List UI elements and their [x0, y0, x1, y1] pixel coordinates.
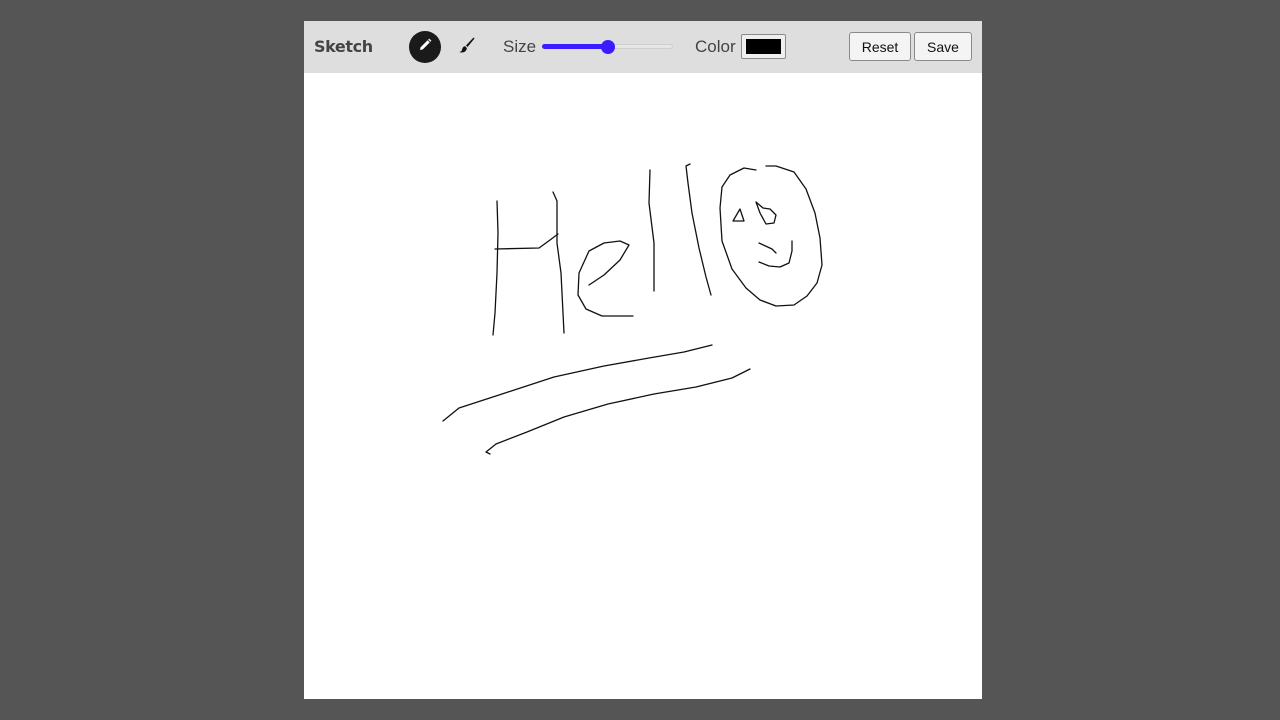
stroke-face-circle	[719, 165, 823, 307]
size-slider-thumb[interactable]	[601, 40, 615, 54]
stroke-l-first	[648, 169, 655, 292]
pencil-icon	[417, 37, 433, 58]
reset-button[interactable]: Reset	[849, 32, 911, 61]
color-label: Color	[695, 37, 736, 56]
stroke-right-eye	[755, 201, 777, 225]
stroke-h-cross	[494, 233, 559, 250]
stroke-mouth	[758, 242, 777, 254]
drawing-canvas[interactable]	[304, 73, 982, 699]
stroke-l-second	[685, 163, 712, 296]
color-swatch-fill	[746, 39, 781, 54]
brush-icon	[456, 35, 476, 60]
sketch-drawing	[442, 163, 823, 455]
size-slider-fill	[542, 44, 608, 49]
sketch-app: Sketch Size Color Reset Save	[304, 21, 982, 699]
stroke-h-left	[492, 200, 499, 336]
toolbar: Sketch Size Color Reset Save	[304, 21, 982, 73]
size-slider[interactable]	[542, 40, 674, 54]
stroke-underline-top	[442, 344, 713, 422]
size-label: Size	[503, 37, 537, 56]
color-picker[interactable]	[741, 34, 786, 59]
save-button[interactable]: Save	[914, 32, 972, 61]
stroke-underline-bottom	[485, 368, 751, 455]
brush-tool-button[interactable]	[450, 31, 482, 63]
stroke-e	[577, 240, 634, 317]
stroke-h-right	[552, 191, 565, 334]
pencil-tool-button[interactable]	[409, 31, 441, 63]
stroke-left-eye	[732, 208, 745, 222]
app-title: Sketch	[314, 37, 373, 56]
